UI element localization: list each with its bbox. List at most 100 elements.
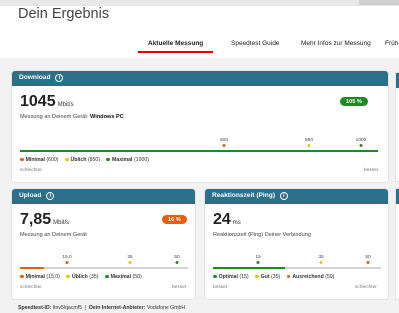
footer-info: Speedtest-ID: ltnv5lqacmf5 | Dein Intern…	[18, 305, 185, 311]
download-card: Download i 1045 Mbit/s Messung an Deinem …	[11, 70, 389, 183]
legend-max-dot	[106, 157, 111, 162]
provider-label: Dein Internet-Anbieter:	[89, 305, 146, 311]
download-tickdot-max	[359, 144, 363, 147]
legend-usual-dot	[64, 157, 69, 162]
download-tick-max: 1000	[355, 138, 367, 143]
upload-worse-label: schlechter	[20, 285, 42, 290]
top-bar-cap	[359, 0, 399, 5]
upload-header-label: Upload	[19, 192, 42, 199]
upload-legend-max-dot	[104, 274, 109, 279]
next-card-peek	[395, 72, 399, 182]
info-icon[interactable]: i	[46, 192, 55, 200]
info-icon[interactable]: i	[279, 192, 288, 200]
upload-percent-badge: 16 %	[162, 215, 187, 224]
ping-legend-optimal-label: Optimal	[218, 274, 238, 280]
download-subtitle: Messung an Deinem Gerät: Windows PC	[20, 114, 124, 120]
next-card-peek-2	[395, 188, 399, 300]
upload-legend-usual-dot	[66, 274, 70, 279]
download-progress-fill	[20, 150, 378, 152]
upload-tickdot-usual	[128, 261, 132, 264]
download-percent-badge: 105 %	[340, 97, 368, 106]
ping-legend-ok-label: Ausreichend	[292, 274, 324, 280]
ping-header-label: Reaktionszeit (Ping)	[212, 192, 276, 199]
legend-usual-label: Üblich	[70, 157, 87, 163]
upload-legend-usual-value: (35)	[89, 274, 99, 280]
upload-card: Upload i 7,85 Mbit/s Messung an Deinem Ge…	[11, 188, 196, 300]
download-value-number: 1045	[20, 93, 56, 110]
legend-usual: Üblich (850)	[64, 157, 100, 163]
ping-tickdot-good	[319, 261, 323, 264]
download-header-label: Download	[19, 74, 51, 81]
ping-legend-optimal-value: (15)	[239, 274, 249, 280]
ping-legend-good-value: (35)	[271, 274, 281, 280]
tab-mehr-infos[interactable]: Mehr Infos zur Messung	[301, 40, 371, 47]
tab-speedtest-guide[interactable]: Speedtest Guide	[231, 40, 279, 47]
download-value: 1045 Mbit/s	[20, 93, 74, 111]
ping-legend-good-label: Gut	[260, 274, 270, 280]
download-tick-min: 600	[219, 138, 229, 143]
upload-legend-min: Minimal (15,0)	[20, 274, 60, 280]
ping-legend: Optimal (15) Gut (35) Ausreichend (50)	[213, 274, 339, 280]
legend-min-label: Minimal	[25, 157, 45, 163]
upload-tickdot-max	[175, 261, 179, 264]
legend-min: Minimal (600)	[20, 157, 58, 163]
ping-value-number: 24	[213, 211, 231, 228]
download-tickdot-usual	[307, 144, 311, 147]
upload-legend-usual: Üblich (35)	[66, 274, 99, 280]
download-device: Windows PC	[89, 114, 124, 120]
ping-legend-ok-dot	[286, 274, 291, 279]
upload-legend-usual-label: Üblich	[71, 274, 88, 280]
tab-frueh[interactable]: Früh	[385, 40, 398, 47]
provider-name: Vodafone GmbH	[146, 305, 186, 311]
ping-tick-good: 35	[318, 255, 324, 260]
upload-legend-min-value: (15,0)	[46, 274, 60, 280]
ping-worse-label: schlechter	[355, 285, 377, 290]
upload-unit: Mbit/s	[53, 220, 70, 226]
ping-unit: ms	[232, 220, 241, 226]
download-card-header: Download i	[12, 71, 388, 86]
ping-legend-good-dot	[255, 274, 259, 279]
download-progress-track	[20, 150, 378, 152]
upload-legend-min-label: Minimal	[25, 274, 45, 280]
download-worse-label: schlechter	[20, 168, 42, 173]
ping-legend-ok-value: (50)	[325, 274, 335, 280]
legend-max-label: Maximal	[112, 157, 133, 163]
ping-card-header: Reaktionszeit (Ping) i	[205, 189, 388, 204]
speedtest-id: ltnv5lqacmf5	[52, 305, 83, 311]
download-subtitle-prefix: Messung an Deinem Gerät:	[20, 114, 89, 120]
legend-max: Maximal (1000)	[106, 157, 149, 163]
legend-min-value: (600)	[46, 157, 59, 163]
ping-tickdot-optimal	[256, 261, 260, 264]
ping-value: 24 ms	[213, 211, 241, 229]
download-legend: Minimal (600) Üblich (850) Maximal (1000…	[20, 157, 154, 163]
active-tab-indicator	[138, 51, 213, 53]
download-better-label: besser	[364, 168, 379, 173]
upload-tick-max: 50	[174, 255, 180, 260]
ping-tickdot-ok	[366, 261, 370, 264]
upload-tickdot-min	[65, 261, 69, 264]
ping-tick-ok: 50	[365, 255, 371, 260]
upload-progress-track	[20, 267, 188, 269]
legend-max-value: (1000)	[133, 157, 149, 163]
ping-legend-optimal-dot	[213, 274, 217, 279]
upload-tick-min: 15,0	[62, 255, 72, 260]
upload-legend-min-dot	[20, 274, 24, 279]
page-title: Dein Ergebnis	[18, 6, 110, 22]
ping-progress-track	[213, 267, 381, 269]
ping-subtitle: Reaktionszeit (Ping) Deiner Verbindung	[213, 232, 311, 238]
tab-aktuelle-messung[interactable]: Aktuelle Messung	[148, 40, 203, 47]
info-icon[interactable]: i	[55, 74, 64, 82]
download-tickdot-min	[222, 144, 226, 147]
ping-better-label: besser	[213, 285, 228, 290]
speedtest-id-label: Speedtest-ID:	[18, 305, 52, 311]
ping-legend-optimal: Optimal (15)	[213, 274, 249, 280]
download-tick-usual: 850	[304, 138, 314, 143]
upload-legend-max-label: Maximal	[110, 274, 132, 280]
footer-separator: |	[84, 305, 87, 311]
ping-legend-good: Gut (35)	[255, 274, 280, 280]
ping-tick-optimal: 15	[255, 255, 261, 260]
upload-value-number: 7,85	[20, 211, 52, 228]
upload-legend-max: Maximal (50)	[104, 274, 142, 280]
upload-progress-fill	[20, 267, 44, 269]
upload-legend: Minimal (15,0) Üblich (35) Maximal (50)	[20, 274, 147, 280]
